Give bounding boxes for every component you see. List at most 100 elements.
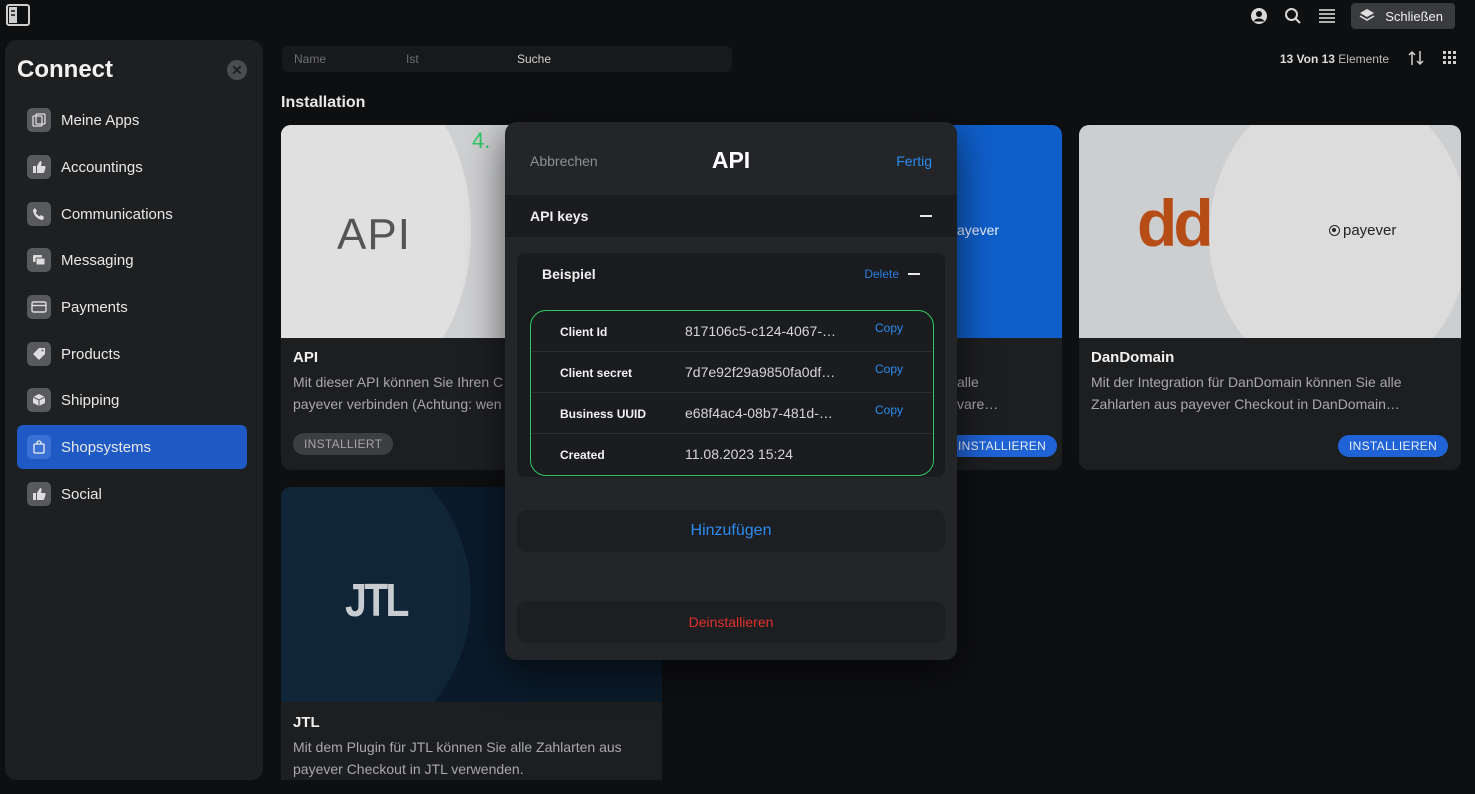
bag-icon	[27, 435, 51, 459]
thumbs-up-icon	[27, 482, 51, 506]
payever-logo-icon	[1329, 225, 1340, 236]
install-button[interactable]: INSTALLIEREN	[945, 435, 1058, 457]
dandomain-logo: dd	[1137, 186, 1214, 260]
column-name-label[interactable]: Name	[294, 52, 326, 66]
delete-button[interactable]: Delete	[864, 267, 899, 281]
sidebar-item-communications[interactable]: Communications	[17, 192, 247, 236]
card-title: API	[293, 349, 319, 366]
sidebar-item-payments[interactable]: Payments	[17, 285, 247, 329]
key-label: Client Id	[560, 325, 608, 339]
sidebar-item-label: Social	[61, 485, 102, 503]
sidebar-item-shipping[interactable]: Shipping	[17, 378, 247, 422]
api-keys-section-header[interactable]: API keys	[505, 195, 957, 237]
key-value: 817106c5-c124-4067-…	[685, 323, 836, 339]
installed-badge: INSTALLIERT	[293, 433, 394, 455]
done-button[interactable]: Fertig	[896, 153, 932, 169]
close-sidebar-icon[interactable]: ✕	[227, 60, 247, 80]
card-title: JTL	[293, 714, 320, 731]
sidebar-item-label: Shipping	[61, 391, 120, 409]
apps-icon	[27, 108, 51, 132]
key-value: e68f4ac4-08b7-481d-…	[685, 405, 833, 421]
key-row-client-secret: Client secret 7d7e92f29a9850fa0df… Copy	[531, 352, 933, 393]
modal-title: API	[711, 147, 751, 173]
search-bar[interactable]: Name Ist Suche	[282, 46, 732, 72]
item-count: 13 Von 13	[1279, 52, 1335, 66]
menu-icon[interactable]	[1317, 6, 1337, 26]
card-description: payever verbinden (Achtung: wen	[293, 396, 502, 412]
app-card-dandomain[interactable]: dd payever DanDomain Mit der Integration…	[1079, 125, 1461, 470]
card-icon	[27, 295, 51, 319]
sidebar-item-label: Accountings	[61, 158, 143, 176]
key-row-business-uuid: Business UUID e68f4ac4-08b7-481d-… Copy	[531, 393, 933, 434]
jtl-logo: JTL	[345, 574, 409, 626]
key-row-created: Created 11.08.2023 15:24	[531, 434, 933, 475]
sidebar-item-social[interactable]: Social	[17, 472, 247, 516]
thumbs-up-icon	[27, 155, 51, 179]
card-description: payever Checkout in JTL verwenden.	[293, 761, 524, 777]
add-key-button[interactable]: Hinzufügen	[517, 510, 945, 552]
uninstall-button[interactable]: Deinstallieren	[517, 601, 945, 643]
section-title: Installation	[281, 94, 366, 111]
copy-button[interactable]: Copy	[875, 321, 903, 335]
phone-icon	[27, 202, 51, 226]
card-description: Zahlarten aus payever Checkout in DanDom…	[1091, 396, 1400, 412]
tag-icon	[27, 342, 51, 366]
collapse-icon[interactable]	[908, 273, 920, 275]
sort-icon[interactable]	[1407, 50, 1425, 69]
card-description: vare…	[957, 396, 999, 412]
layers-icon	[1359, 8, 1375, 25]
account-icon[interactable]	[1249, 6, 1269, 26]
api-modal: Abbrechen API Fertig API keys Beispiel D…	[505, 122, 957, 660]
box-icon	[27, 388, 51, 412]
card-description: alle	[957, 374, 979, 390]
sidebar: Connect ✕ Meine Apps Accountings Communi…	[5, 40, 263, 780]
key-row-client-id: Client Id 817106c5-c124-4067-… Copy	[531, 311, 933, 352]
top-bar: Schließen	[0, 0, 1475, 32]
key-group-label: Beispiel	[542, 266, 596, 282]
close-button-label: Schließen	[1385, 8, 1443, 24]
card-description: Mit der Integration für DanDomain können…	[1091, 374, 1402, 390]
install-button[interactable]: INSTALLIEREN	[1338, 435, 1449, 457]
copy-button[interactable]: Copy	[875, 403, 903, 417]
search-icon[interactable]	[1283, 6, 1303, 26]
close-button[interactable]: Schließen	[1351, 3, 1455, 29]
card-description: Mit dieser API können Sie Ihren C	[293, 374, 504, 390]
list-meta: 13 Von 13 Elemente	[1280, 46, 1457, 72]
copy-button[interactable]: Copy	[875, 362, 903, 376]
sidebar-item-label: Communications	[61, 205, 173, 223]
search-input[interactable]: Suche	[517, 52, 551, 66]
sidebar-item-meine-apps[interactable]: Meine Apps	[17, 98, 247, 142]
column-ist-label[interactable]: Ist	[406, 52, 419, 66]
sidebar-item-messaging[interactable]: Messaging	[17, 238, 247, 282]
payever-brand: payever	[1329, 222, 1396, 239]
card-description: Mit dem Plugin für JTL können Sie alle Z…	[293, 739, 622, 755]
sidebar-item-label: Messaging	[61, 251, 134, 269]
sidebar-item-label: Payments	[61, 298, 128, 316]
key-group-header: Beispiel Delete	[517, 253, 945, 295]
modal-header: Abbrechen API Fertig	[505, 122, 957, 194]
key-label: Business UUID	[560, 407, 647, 421]
sidebar-item-label: Meine Apps	[61, 111, 140, 129]
sidebar-title: Connect	[17, 56, 113, 83]
sidebar-item-label: Shopsystems	[61, 438, 152, 456]
collapse-icon[interactable]	[920, 215, 932, 217]
card-title: DanDomain	[1091, 349, 1175, 366]
key-value: 7d7e92f29a9850fa0df…	[685, 364, 836, 380]
step-marker: 4.	[472, 128, 491, 153]
key-details-table: Client Id 817106c5-c124-4067-… Copy Clie…	[530, 310, 934, 476]
card-image: dd payever	[1079, 125, 1461, 338]
key-value: 11.08.2023 15:24	[685, 446, 793, 462]
item-count-unit: Elemente	[1338, 52, 1389, 66]
section-label: API keys	[530, 208, 589, 224]
payever-logo: ayever	[957, 222, 1000, 238]
sidebar-item-products[interactable]: Products	[17, 332, 247, 376]
sidebar-item-accountings[interactable]: Accountings	[17, 145, 247, 189]
api-logo: API	[337, 210, 411, 259]
key-label: Client secret	[560, 366, 633, 380]
sidebar-item-label: Products	[61, 345, 121, 363]
sidebar-item-shopsystems[interactable]: Shopsystems	[17, 425, 247, 469]
grid-view-icon[interactable]	[1443, 50, 1457, 68]
chat-icon	[27, 248, 51, 272]
key-label: Created	[560, 448, 605, 462]
sidebar-toggle-icon[interactable]	[6, 4, 30, 26]
